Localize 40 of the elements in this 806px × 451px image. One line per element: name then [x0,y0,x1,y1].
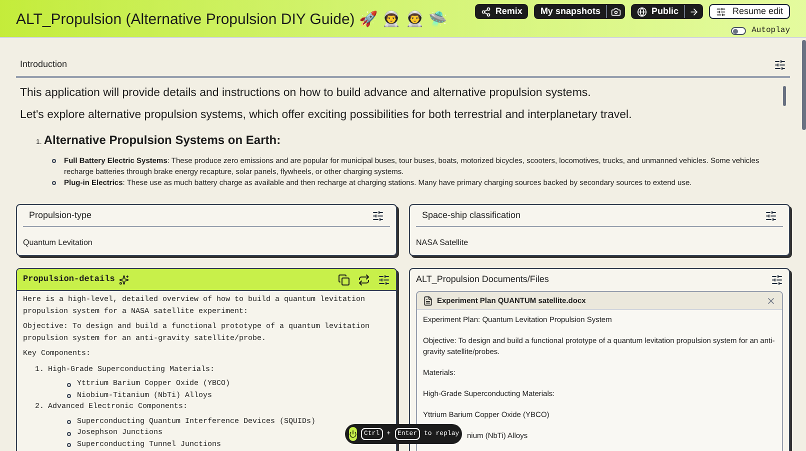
section-title: Introduction [20,58,68,71]
arrow-icon[interactable] [689,6,700,16]
intro-paragraph: This application will provide details and instructions on how to build advance and alternative propulsion systems. [20,86,592,100]
card-title: Propulsion-type [29,208,92,222]
camera-icon[interactable] [611,6,622,16]
bullet-icon [52,180,56,184]
power-icon[interactable] [349,427,357,441]
globe-icon [637,6,648,16]
autoplay-toggle[interactable] [730,27,746,35]
remix-icon [481,6,492,16]
settings-icon[interactable] [378,274,390,286]
copy-icon[interactable] [338,274,350,286]
intro-paragraph: Let's explore alternative propulsion systems, which offer exciting possibilities for both terrestrial and interplanetary travel. [20,108,633,122]
card-title: Space-ship classification [422,208,521,222]
settings-icon[interactable] [372,210,384,222]
settings-icon[interactable] [774,58,786,71]
resume-edit-button[interactable]: Resume edit [709,4,790,19]
bullet-icon [67,432,71,436]
bullet-icon [67,394,71,398]
card-title: Propulsion-details [23,273,115,286]
page-title: ALT_Propulsion (Alternative Propulsion DIY Guide) 🚀 👨‍🚀 👨‍🚀 🛸 [16,10,448,30]
close-icon[interactable] [766,296,776,306]
document-icon [423,296,433,306]
repeat-icon[interactable] [358,274,370,286]
field-value: NASA Satellite [415,237,470,249]
bullet-icon [52,158,56,162]
card-title: ALT_Propulsion Documents/Files [416,273,549,286]
bullet-icon [67,443,71,448]
settings-icon[interactable] [771,274,783,286]
list-heading: Alternative Propulsion Systems on Earth: [44,132,281,148]
remix-button[interactable]: Remix [475,4,528,19]
settings-icon[interactable] [765,210,777,222]
sparkle-icon [118,274,129,284]
autoplay-label: Autoplay [752,25,790,37]
bullet-icon [67,420,71,424]
bullet-icon [67,382,71,387]
sliders-icon [716,6,726,16]
scrollbar-thumb[interactable] [783,86,786,106]
scrollbar-thumb[interactable] [802,40,806,130]
field-value: Quantum Levitation [22,237,94,249]
